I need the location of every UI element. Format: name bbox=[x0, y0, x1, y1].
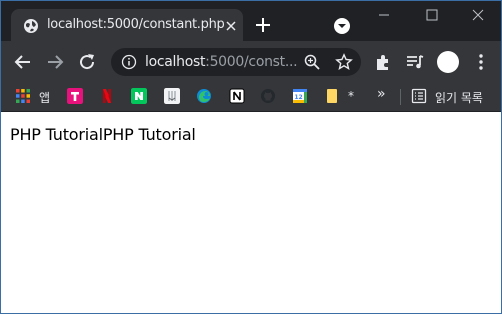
tab-search-icon[interactable] bbox=[333, 17, 351, 35]
url-host: localhost bbox=[145, 54, 206, 70]
reading-list[interactable]: 읽기 목록 bbox=[411, 88, 499, 106]
bookmark-notion[interactable] bbox=[229, 88, 247, 106]
forward-arrow-icon[interactable] bbox=[45, 52, 65, 72]
bookmarks-bar: 앱 12 * » 읽기 목록 bbox=[1, 83, 501, 112]
toolbar: localhost:5000/const... bbox=[1, 41, 501, 83]
bookmark-github[interactable] bbox=[260, 88, 278, 106]
notion-icon bbox=[229, 88, 245, 104]
reading-list-icon bbox=[411, 88, 427, 104]
tab-strip: localhost:5000/constant.php bbox=[1, 1, 501, 41]
url-path: :5000/const... bbox=[205, 54, 298, 70]
new-tab-icon[interactable] bbox=[253, 15, 273, 35]
naver-icon bbox=[131, 88, 147, 104]
reading-list-label: 읽기 목록 bbox=[435, 91, 483, 105]
extensions-puzzle-icon[interactable] bbox=[373, 52, 393, 72]
more-bookmarks-chevron[interactable]: » bbox=[377, 86, 386, 102]
globe-icon bbox=[24, 19, 38, 33]
calendar-icon: 12 bbox=[293, 89, 307, 103]
github-icon bbox=[261, 89, 275, 103]
bookmark-calendar[interactable]: 12 bbox=[292, 88, 310, 106]
velog-icon bbox=[164, 88, 180, 104]
profile-avatar[interactable] bbox=[437, 51, 459, 73]
zoom-icon[interactable] bbox=[303, 53, 321, 71]
bookmark-netflix[interactable] bbox=[99, 88, 117, 106]
address-bar[interactable]: localhost:5000/const... bbox=[111, 48, 361, 76]
browser-window: localhost:5000/constant.php localhost:50… bbox=[0, 0, 502, 314]
url-text[interactable]: localhost:5000/const... bbox=[145, 54, 298, 70]
minimize-icon[interactable] bbox=[369, 5, 399, 27]
svg-text:12: 12 bbox=[294, 94, 302, 101]
maximize-icon[interactable] bbox=[417, 5, 447, 27]
bookmark-naver[interactable] bbox=[131, 88, 149, 106]
tab-title: localhost:5000/constant.php bbox=[47, 17, 225, 32]
bookmark-velog[interactable] bbox=[164, 88, 182, 106]
bookmarks-divider bbox=[400, 89, 401, 105]
kebab-menu-icon[interactable] bbox=[471, 52, 491, 72]
page-body-text: PHP TutorialPHP Tutorial bbox=[10, 125, 196, 144]
close-tab-icon[interactable] bbox=[223, 18, 239, 34]
apps-grid-icon bbox=[16, 89, 30, 103]
netflix-icon bbox=[103, 89, 111, 103]
bookmark-folder[interactable]: * bbox=[324, 88, 364, 106]
close-window-icon[interactable] bbox=[463, 5, 493, 27]
bookmark-t[interactable] bbox=[67, 88, 85, 106]
edge-browser-icon bbox=[197, 89, 211, 103]
media-control-icon[interactable] bbox=[405, 52, 425, 72]
bookmark-apps-label: 앱 bbox=[39, 91, 51, 105]
back-arrow-icon[interactable] bbox=[13, 52, 33, 72]
info-icon[interactable] bbox=[121, 54, 137, 70]
tab-active[interactable]: localhost:5000/constant.php bbox=[11, 9, 243, 41]
bookmark-apps[interactable]: 앱 bbox=[15, 88, 55, 106]
bookmark-edge[interactable] bbox=[196, 88, 214, 106]
page-content: PHP TutorialPHP Tutorial bbox=[1, 112, 501, 313]
bookmark-star-icon[interactable] bbox=[335, 53, 353, 71]
t-app-icon bbox=[67, 88, 83, 104]
bookmark-page-icon bbox=[327, 89, 337, 103]
reload-icon[interactable] bbox=[77, 52, 97, 72]
bookmark-folder-label: * bbox=[348, 89, 354, 103]
